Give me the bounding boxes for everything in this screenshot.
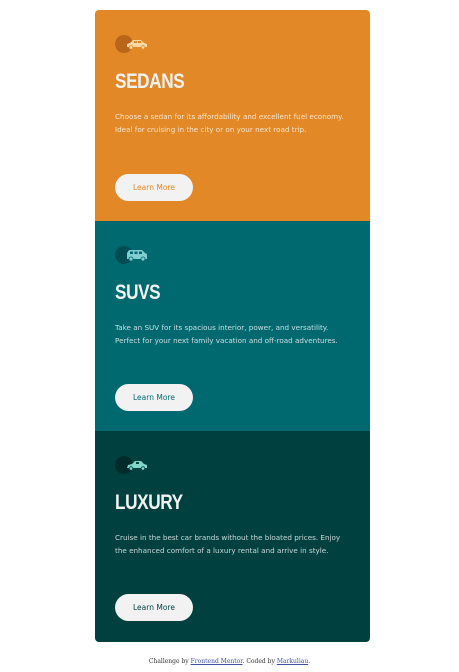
car-cards-container: SEDANS Choose a sedan for its affordabil… [95, 10, 370, 642]
card-text-suvs: Take an SUV for its spacious interior, p… [115, 323, 338, 345]
card-text-luxury: Cruise in the best car brands without th… [115, 533, 341, 555]
learn-more-luxury-button[interactable]: Learn More [115, 594, 193, 621]
card-text-sedans: Choose a sedan for its affordability and… [115, 112, 344, 134]
suv-car-icon [115, 245, 151, 265]
attribution-suffix: . [308, 658, 311, 665]
card-title-sedans: SEDANS [115, 70, 185, 93]
card-sedans: SEDANS Choose a sedan for its affordabil… [95, 10, 370, 221]
luxury-car-icon [115, 455, 151, 475]
sedan-car-icon [115, 34, 151, 54]
card-title-luxury: LUXURY [115, 491, 183, 514]
author-link[interactable]: Markuliau [277, 658, 308, 665]
learn-more-sedans-button[interactable]: Learn More [115, 174, 193, 201]
frontend-mentor-link[interactable]: Frontend Mentor [191, 658, 243, 665]
learn-more-suvs-button[interactable]: Learn More [115, 384, 193, 411]
attribution: Challenge by Frontend Mentor. Coded by M… [0, 657, 459, 667]
card-title-suvs: SUVS [115, 281, 161, 304]
attribution-prefix: Challenge by [148, 658, 189, 665]
attribution-middle: . Coded by [242, 658, 275, 665]
card-luxury: LUXURY Cruise in the best car brands wit… [95, 431, 370, 642]
card-suvs: SUVS Take an SUV for its spacious interi… [95, 221, 370, 431]
